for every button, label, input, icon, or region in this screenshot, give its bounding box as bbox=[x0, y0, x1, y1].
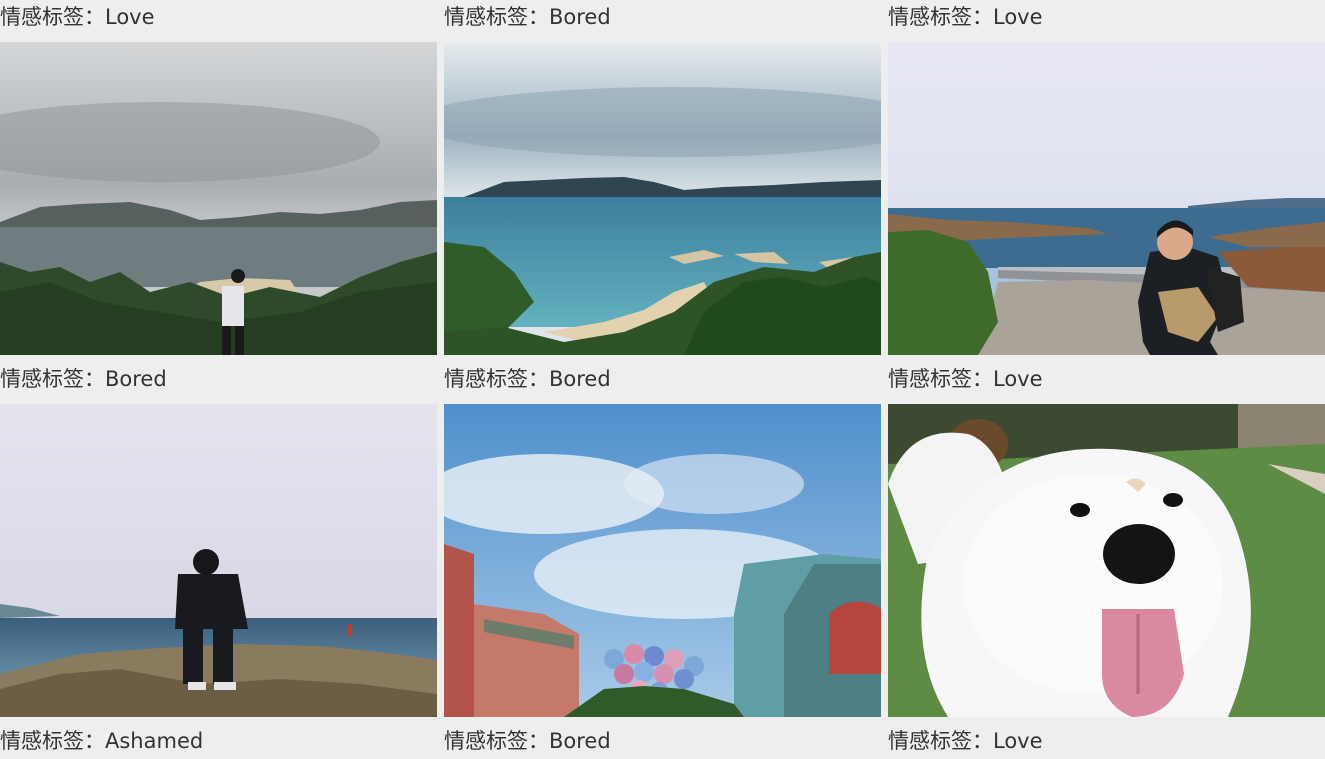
theme-park-photo[interactable] bbox=[444, 404, 881, 717]
emotion-label: 情感标签：Ashamed bbox=[0, 729, 204, 753]
emotion-label: 情感标签：Bored bbox=[444, 367, 611, 391]
image-grid: 情感标签：Love 情感标签：Bored 情感标签：Love 情感标签：Bore… bbox=[0, 0, 1325, 759]
rocky-shore-photo[interactable] bbox=[0, 404, 437, 717]
coastal-path-photo[interactable] bbox=[888, 42, 1325, 355]
emotion-label: 情感标签：Bored bbox=[444, 729, 611, 753]
emotion-label: 情感标签：Love bbox=[0, 5, 155, 29]
blue-bay-photo[interactable] bbox=[444, 42, 881, 355]
cloudy-bay-photo[interactable] bbox=[0, 42, 437, 355]
emotion-label: 情感标签：Bored bbox=[0, 367, 167, 391]
white-dog-photo[interactable] bbox=[888, 404, 1325, 717]
emotion-label: 情感标签：Bored bbox=[444, 5, 611, 29]
emotion-label: 情感标签：Love bbox=[888, 5, 1043, 29]
emotion-label: 情感标签：Love bbox=[888, 729, 1043, 753]
emotion-label: 情感标签：Love bbox=[888, 367, 1043, 391]
